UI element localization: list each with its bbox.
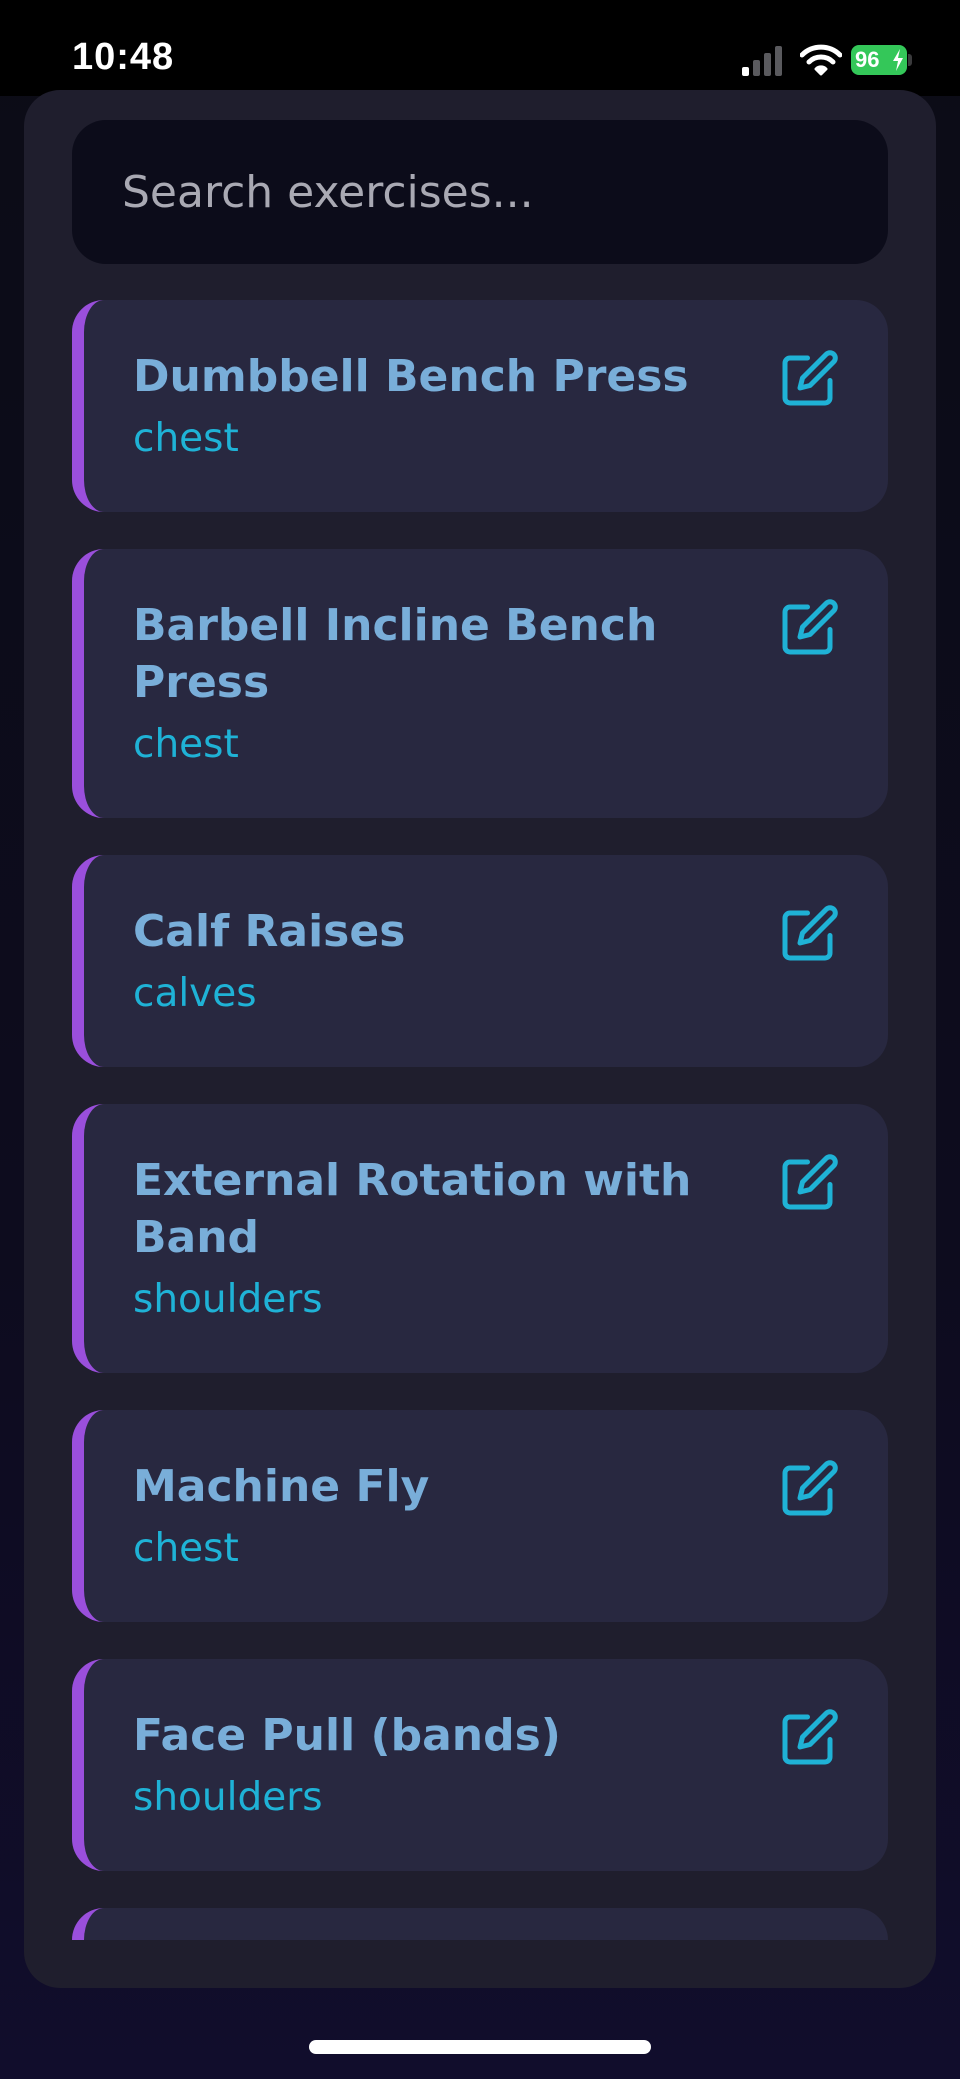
exercise-name: Barbell Incline Bench Press bbox=[133, 600, 658, 708]
exercise-muscle-group: chest bbox=[133, 722, 239, 767]
edit-exercise-button[interactable] bbox=[780, 1707, 840, 1767]
exercise-card[interactable]: Dumbbell Bench Press chest bbox=[72, 300, 888, 512]
wifi-icon bbox=[800, 44, 842, 76]
search-box[interactable] bbox=[72, 120, 888, 264]
edit-exercise-button[interactable] bbox=[780, 1152, 840, 1212]
exercise-muscle-group: shoulders bbox=[133, 1277, 323, 1322]
status-bar: 10:48 96 bbox=[0, 0, 960, 96]
exercise-muscle-group: chest bbox=[133, 416, 239, 461]
edit-exercise-button[interactable] bbox=[780, 597, 840, 657]
home-indicator[interactable] bbox=[309, 2040, 651, 2054]
cellular-signal-icon bbox=[742, 46, 784, 76]
exercise-name: Dumbbell Bench Press bbox=[133, 351, 689, 402]
edit-exercise-button[interactable] bbox=[780, 1458, 840, 1518]
search-input[interactable] bbox=[120, 165, 840, 219]
exercise-name: Calf Raises bbox=[133, 906, 406, 957]
exercise-card[interactable]: Barbell Incline Bench Press chest bbox=[72, 549, 888, 818]
exercise-name: External Rotation with Band bbox=[133, 1155, 692, 1263]
edit-icon bbox=[782, 1709, 838, 1765]
exercise-muscle-group: calves bbox=[133, 971, 257, 1016]
edit-icon bbox=[782, 1460, 838, 1516]
battery-level: 96 bbox=[855, 47, 880, 72]
exercise-card[interactable] bbox=[72, 1908, 888, 1940]
edit-icon bbox=[782, 350, 838, 406]
battery-cap bbox=[908, 54, 912, 66]
exercise-card[interactable]: Machine Fly chest bbox=[72, 1410, 888, 1622]
edit-icon bbox=[782, 1154, 838, 1210]
exercise-card[interactable]: Face Pull (bands) shoulders bbox=[72, 1659, 888, 1871]
edit-exercise-button[interactable] bbox=[780, 348, 840, 408]
edit-icon bbox=[782, 905, 838, 961]
exercise-name: Face Pull (bands) bbox=[133, 1710, 561, 1761]
battery-indicator: 96 bbox=[851, 45, 907, 75]
exercise-muscle-group: chest bbox=[133, 1526, 239, 1571]
exercise-panel: Dumbbell Bench Press chest Barbell Incli… bbox=[24, 90, 936, 1988]
exercise-list[interactable]: Dumbbell Bench Press chest Barbell Incli… bbox=[72, 300, 888, 1940]
exercise-name: Machine Fly bbox=[133, 1461, 430, 1512]
status-time: 10:48 bbox=[72, 36, 175, 78]
edit-icon bbox=[782, 599, 838, 655]
exercise-card[interactable]: External Rotation with Band shoulders bbox=[72, 1104, 888, 1373]
charging-bolt-icon bbox=[893, 49, 903, 71]
exercise-card[interactable]: Calf Raises calves bbox=[72, 855, 888, 1067]
edit-exercise-button[interactable] bbox=[780, 903, 840, 963]
exercise-muscle-group: shoulders bbox=[133, 1775, 323, 1820]
